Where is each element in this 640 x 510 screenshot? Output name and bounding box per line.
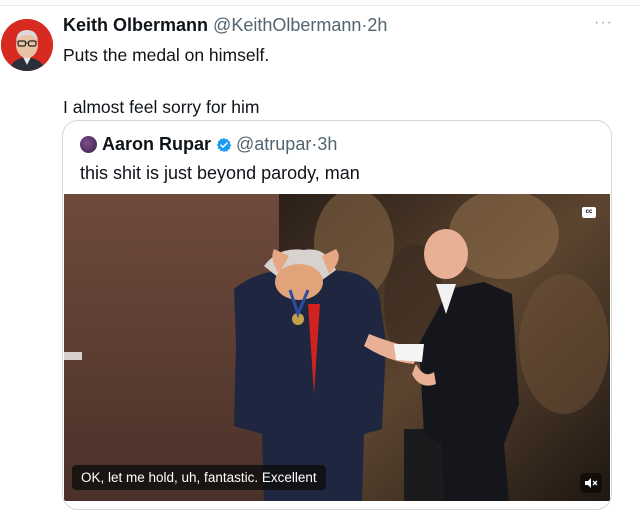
quote-text: this shit is just beyond parody, man: [80, 163, 360, 183]
tweet-text: Puts the medal on himself. I almost feel…: [63, 45, 270, 117]
author-handle[interactable]: @KeithOlbermann: [213, 15, 361, 35]
quote-header: Aaron Rupar @atrupar · 3h: [80, 134, 337, 155]
speaker-muted-icon[interactable]: [580, 473, 602, 493]
more-options-icon[interactable]: ···: [594, 14, 613, 32]
author-avatar[interactable]: [1, 19, 53, 71]
tweet-timestamp[interactable]: 2h: [367, 15, 387, 35]
tweet-header: Keith Olbermann @KeithOlbermann·2h: [63, 15, 387, 36]
quote-timestamp[interactable]: 3h: [317, 134, 337, 155]
quote-tweet-card[interactable]: Aaron Rupar @atrupar · 3h this shit is jus…: [62, 120, 612, 510]
video-caption: OK, let me hold, uh, fantastic. Excellen…: [72, 465, 326, 490]
top-divider: [0, 5, 640, 6]
verified-badge-icon: [216, 137, 232, 153]
quote-author-name[interactable]: Aaron Rupar: [102, 134, 211, 155]
closed-captions-badge[interactable]: cc: [582, 207, 596, 218]
quote-author-avatar[interactable]: [80, 136, 97, 153]
video-player[interactable]: cc OK, let me hold, uh, fantastic. Excel…: [64, 194, 610, 501]
video-frame: [64, 194, 610, 501]
quote-author-handle[interactable]: @atrupar: [236, 134, 311, 155]
author-name[interactable]: Keith Olbermann: [63, 15, 208, 35]
